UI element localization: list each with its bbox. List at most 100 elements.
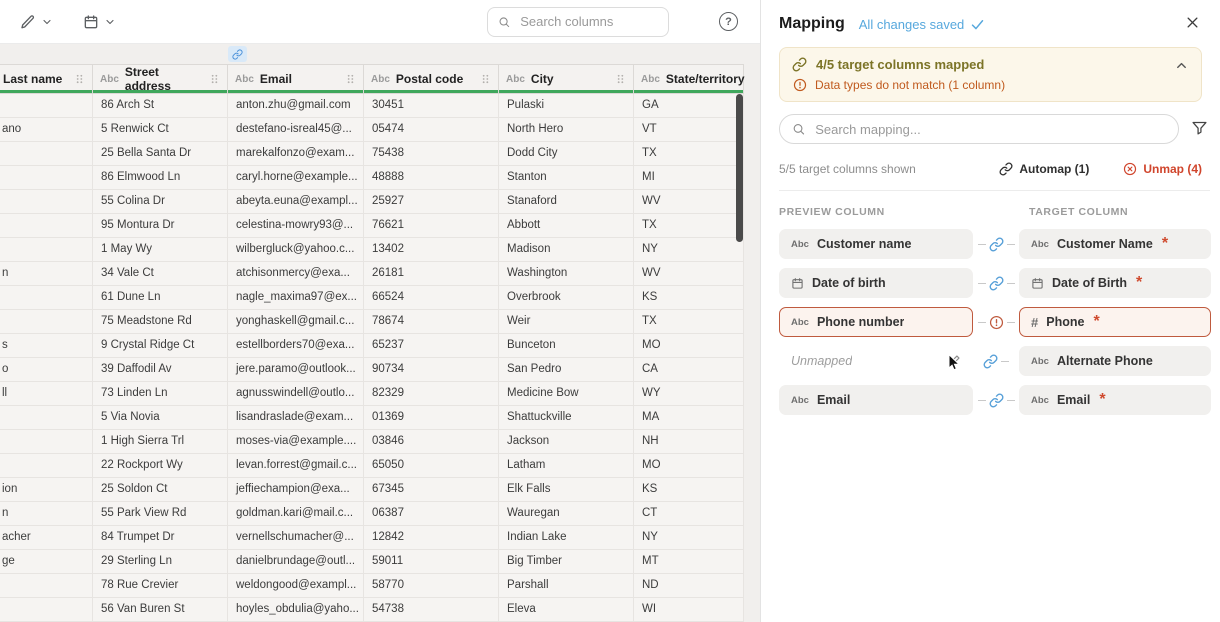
cell[interactable]: [0, 406, 93, 430]
automap-button[interactable]: Automap (1): [993, 161, 1095, 177]
cell[interactable]: 26181: [364, 262, 499, 286]
cell[interactable]: Parshall: [499, 574, 634, 598]
cell[interactable]: ano: [0, 118, 93, 142]
cell[interactable]: Stanaford: [499, 190, 634, 214]
cell[interactable]: atchisonmercy@exa...: [228, 262, 364, 286]
cell[interactable]: San Pedro: [499, 358, 634, 382]
cell[interactable]: [0, 454, 93, 478]
cell[interactable]: WV: [634, 262, 744, 286]
cell[interactable]: nagle_maxima97@ex...: [228, 286, 364, 310]
cell[interactable]: estellborders70@exa...: [228, 334, 364, 358]
cell[interactable]: TX: [634, 310, 744, 334]
cell[interactable]: destefano-isreal45@...: [228, 118, 364, 142]
date-tool-button[interactable]: [83, 14, 116, 30]
cell[interactable]: 03846: [364, 430, 499, 454]
cell[interactable]: acher: [0, 526, 93, 550]
cell[interactable]: 01369: [364, 406, 499, 430]
drag-handle-icon[interactable]: [345, 73, 356, 85]
link-icon[interactable]: [983, 354, 998, 369]
cell[interactable]: MO: [634, 334, 744, 358]
cell[interactable]: 12842: [364, 526, 499, 550]
cell[interactable]: [0, 430, 93, 454]
cell[interactable]: 25 Soldon Ct: [93, 478, 228, 502]
target-column-pill[interactable]: Abc Alternate Phone: [1019, 346, 1211, 376]
cell[interactable]: 39 Daffodil Av: [93, 358, 228, 382]
cell[interactable]: moses-via@example....: [228, 430, 364, 454]
cell[interactable]: Shattuckville: [499, 406, 634, 430]
cell[interactable]: Latham: [499, 454, 634, 478]
link-icon[interactable]: [989, 276, 1004, 291]
cell[interactable]: Eleva: [499, 598, 634, 622]
target-column-pill[interactable]: Abc Email *: [1019, 385, 1211, 415]
cell[interactable]: VT: [634, 118, 744, 142]
preview-column-pill[interactable]: Date of birth: [779, 268, 973, 298]
transform-tool-button[interactable]: [20, 14, 53, 30]
cell[interactable]: Abbott: [499, 214, 634, 238]
cell[interactable]: 56 Van Buren St: [93, 598, 228, 622]
cell[interactable]: weldongood@exampl...: [228, 574, 364, 598]
cell[interactable]: Pulaski: [499, 94, 634, 118]
cell[interactable]: agnusswindell@outlo...: [228, 382, 364, 406]
cell[interactable]: Madison: [499, 238, 634, 262]
cell[interactable]: WY: [634, 382, 744, 406]
cell[interactable]: jere.paramo@outlook...: [228, 358, 364, 382]
cell[interactable]: 22 Rockport Wy: [93, 454, 228, 478]
cell[interactable]: 29 Sterling Ln: [93, 550, 228, 574]
cell[interactable]: MT: [634, 550, 744, 574]
cell[interactable]: n: [0, 262, 93, 286]
cell[interactable]: 73 Linden Ln: [93, 382, 228, 406]
cell[interactable]: 13402: [364, 238, 499, 262]
cell[interactable]: 76621: [364, 214, 499, 238]
cell[interactable]: [0, 286, 93, 310]
preview-column-pill[interactable]: Abc Email: [779, 385, 973, 415]
drag-handle-icon[interactable]: [74, 73, 85, 85]
cell[interactable]: [0, 238, 93, 262]
cell[interactable]: 58770: [364, 574, 499, 598]
cell[interactable]: hoyles_obdulia@yaho...: [228, 598, 364, 622]
help-button[interactable]: ?: [719, 12, 738, 31]
preview-column-pill-unmapped[interactable]: Unmapped: [779, 346, 973, 376]
cell[interactable]: vernellschumacher@...: [228, 526, 364, 550]
column-header-last-name[interactable]: Last name: [0, 64, 93, 94]
drag-handle-icon[interactable]: [209, 73, 220, 85]
cell[interactable]: s: [0, 334, 93, 358]
cell[interactable]: ion: [0, 478, 93, 502]
target-column-pill[interactable]: Abc Customer Name *: [1019, 229, 1211, 259]
cell[interactable]: 54738: [364, 598, 499, 622]
cell[interactable]: 5 Renwick Ct: [93, 118, 228, 142]
cell[interactable]: 90734: [364, 358, 499, 382]
cell[interactable]: 55 Park View Rd: [93, 502, 228, 526]
drag-handle-icon[interactable]: [480, 73, 491, 85]
link-icon[interactable]: [989, 393, 1004, 408]
cell[interactable]: MI: [634, 166, 744, 190]
cell[interactable]: wilbergluck@yahoo.c...: [228, 238, 364, 262]
cell[interactable]: KS: [634, 478, 744, 502]
cell[interactable]: Stanton: [499, 166, 634, 190]
cell[interactable]: goldman.kari@mail.c...: [228, 502, 364, 526]
unmap-button[interactable]: Unmap (4): [1117, 161, 1208, 177]
cell[interactable]: Dodd City: [499, 142, 634, 166]
cell[interactable]: 1 High Sierra Trl: [93, 430, 228, 454]
cell[interactable]: MO: [634, 454, 744, 478]
close-button[interactable]: [1183, 13, 1202, 35]
cell[interactable]: 67345: [364, 478, 499, 502]
cell[interactable]: Jackson: [499, 430, 634, 454]
cell[interactable]: lisandraslade@exam...: [228, 406, 364, 430]
cell[interactable]: [0, 142, 93, 166]
cell[interactable]: levan.forrest@gmail.c...: [228, 454, 364, 478]
cell[interactable]: ll: [0, 382, 93, 406]
cell[interactable]: [0, 94, 93, 118]
cell[interactable]: Medicine Bow: [499, 382, 634, 406]
filter-button[interactable]: [1191, 119, 1208, 139]
cell[interactable]: 82329: [364, 382, 499, 406]
link-icon[interactable]: [989, 237, 1004, 252]
cell[interactable]: TX: [634, 214, 744, 238]
cell[interactable]: yonghaskell@gmail.c...: [228, 310, 364, 334]
cell[interactable]: celestina-mowry93@...: [228, 214, 364, 238]
cell[interactable]: 1 May Wy: [93, 238, 228, 262]
cell[interactable]: 66524: [364, 286, 499, 310]
cell[interactable]: 78 Rue Crevier: [93, 574, 228, 598]
cell[interactable]: 55 Colina Dr: [93, 190, 228, 214]
cell[interactable]: 78674: [364, 310, 499, 334]
cell[interactable]: CA: [634, 358, 744, 382]
